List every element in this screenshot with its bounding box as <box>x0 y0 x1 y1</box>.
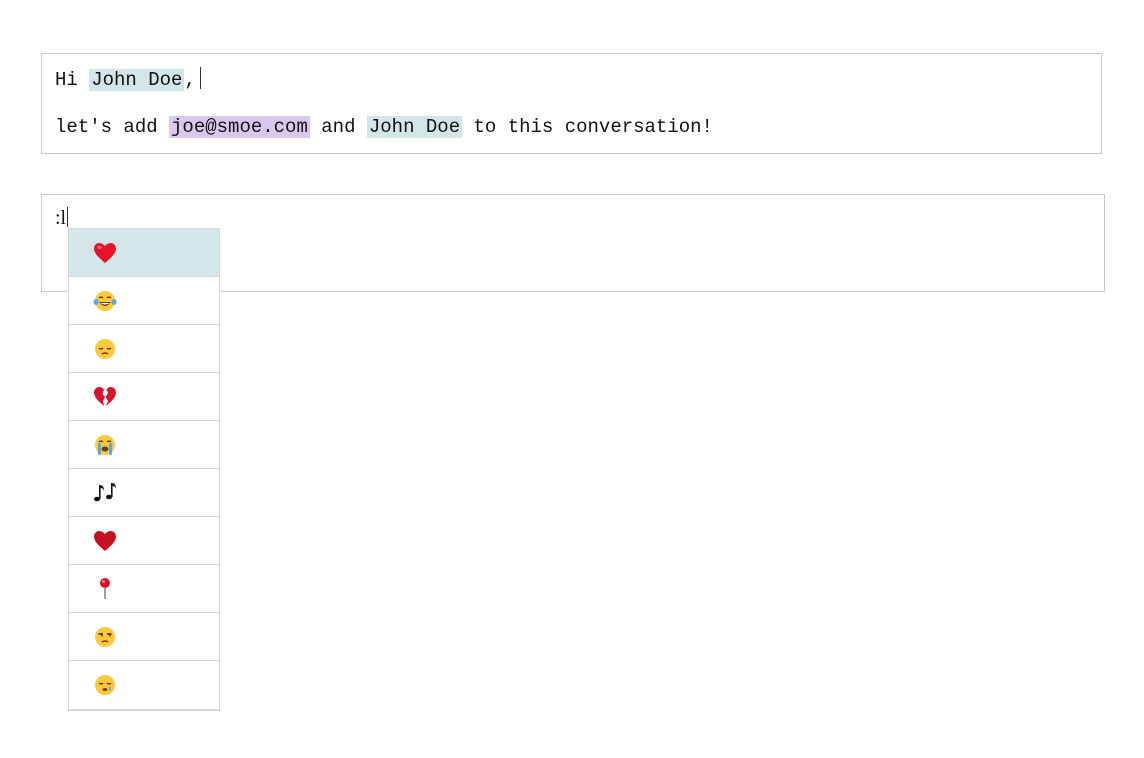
editor-line-1: Hi John Doe, <box>55 67 201 92</box>
comma-text: , <box>184 69 196 91</box>
emoji-option-pensive[interactable] <box>69 325 219 373</box>
mention-chip-john-doe-2[interactable]: John Doe <box>366 116 463 138</box>
face-with-tears-of-joy-icon <box>91 287 119 315</box>
emoji-suggestion-list <box>68 228 220 711</box>
loudly-crying-face-icon <box>91 431 119 459</box>
pensive-face-icon <box>91 335 119 363</box>
emoji-option-round-pushpin[interactable] <box>69 565 219 613</box>
round-pushpin-icon <box>91 575 119 603</box>
mention-editor[interactable]: Hi John Doe, let's add joe@smoe.com and … <box>41 53 1102 154</box>
text-caret <box>67 207 69 227</box>
musical-notes-icon <box>91 479 119 507</box>
heavy-heart-icon <box>91 527 119 555</box>
editor-line-2: let's add joe@smoe.com and John Doe to t… <box>55 115 713 139</box>
emoji-option-sleepy[interactable] <box>69 661 219 709</box>
line2-middle-text: and <box>309 116 367 138</box>
emoji-option-musical-notes[interactable] <box>69 469 219 517</box>
line2-prefix-text: let's add <box>55 116 170 138</box>
email-mention-chip[interactable]: joe@smoe.com <box>169 116 310 138</box>
emoji-option-unamused[interactable] <box>69 613 219 661</box>
emoji-editor-line: :l <box>55 206 69 230</box>
emoji-option-red-heart[interactable] <box>69 229 219 277</box>
emoji-option-heavy-heart[interactable] <box>69 517 219 565</box>
line2-suffix-text: to this conversation! <box>462 116 713 138</box>
mention-chip-john-doe[interactable]: John Doe <box>89 69 185 91</box>
emoji-option-loudly-crying[interactable] <box>69 421 219 469</box>
unamused-face-icon <box>91 623 119 651</box>
greeting-text: Hi <box>55 69 90 91</box>
broken-heart-icon <box>91 383 119 411</box>
text-caret <box>199 67 201 89</box>
red-heart-icon <box>91 239 119 267</box>
emoji-query-text: :l <box>55 207 67 229</box>
emoji-option-broken-heart[interactable] <box>69 373 219 421</box>
sleepy-face-icon <box>91 671 119 699</box>
emoji-option-tears-of-joy[interactable] <box>69 277 219 325</box>
